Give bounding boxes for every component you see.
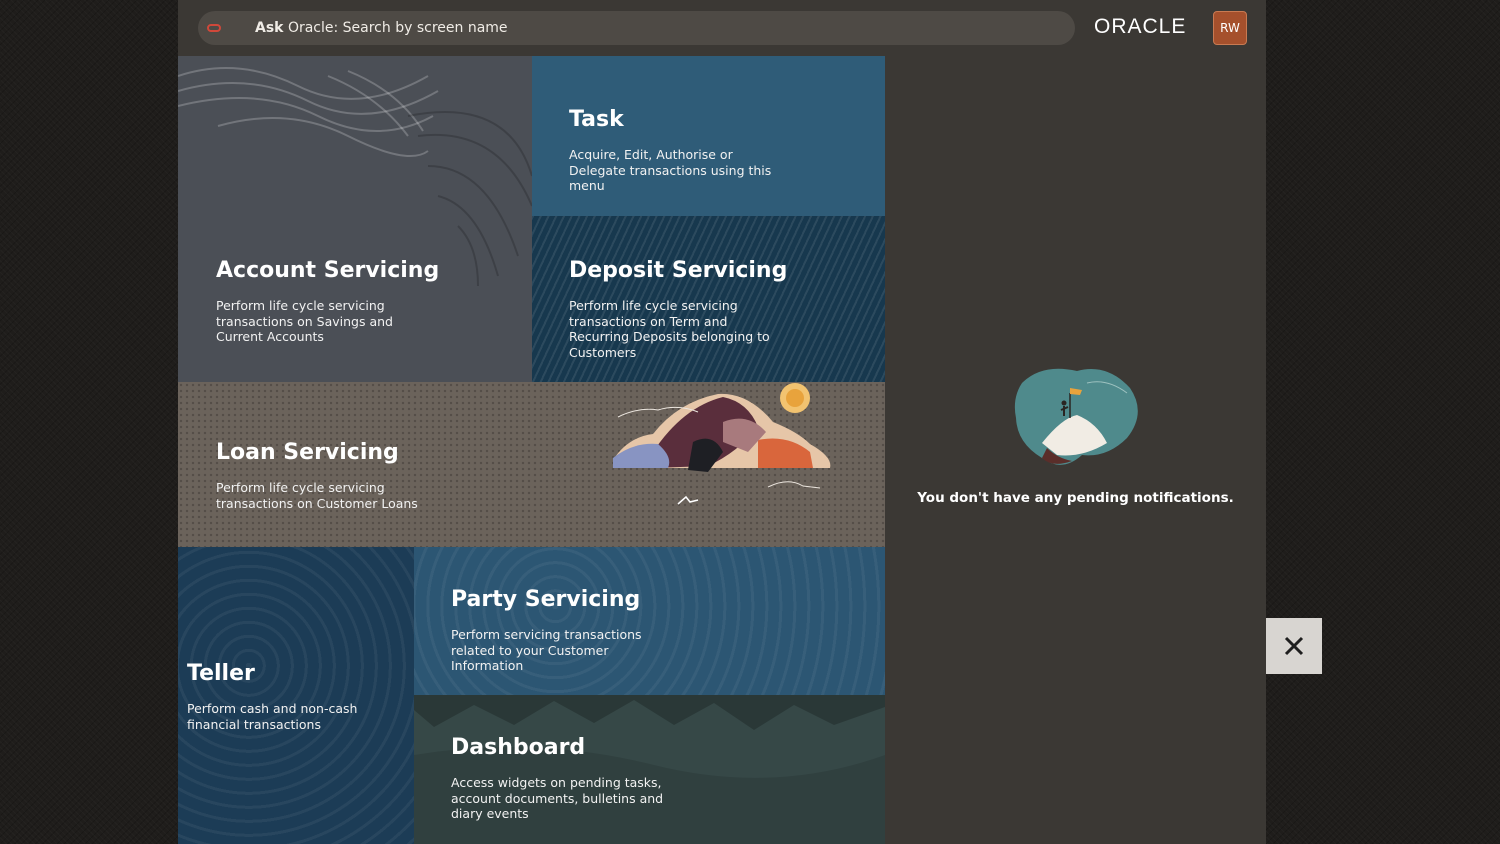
search-placeholder: Oracle: Search by screen name xyxy=(287,20,508,36)
empty-notifications-message: You don't have any pending notifications… xyxy=(917,490,1234,506)
party-servicing-title: Party Servicing xyxy=(451,587,641,612)
task-desc: Acquire, Edit, Authorise or Delegate tra… xyxy=(569,147,772,193)
tile-teller[interactable]: Teller Perform cash and non-cash financi… xyxy=(178,547,414,844)
search-prefix: Ask xyxy=(255,20,284,36)
empty-notifications-illustration xyxy=(1014,368,1138,465)
tile-account-servicing[interactable]: Account Servicing Perform life cycle ser… xyxy=(178,56,532,382)
tile-loan-servicing[interactable]: Loan Servicing Perform life cycle servic… xyxy=(178,382,885,547)
close-icon xyxy=(1284,636,1304,656)
task-title: Task xyxy=(569,107,624,132)
app-shell: Ask Oracle: Search by screen name ORACLE… xyxy=(178,0,1266,844)
loan-servicing-desc: Perform life cycle servicing transaction… xyxy=(216,480,418,511)
loan-servicing-title: Loan Servicing xyxy=(216,440,399,465)
account-servicing-desc: Perform life cycle servicing transaction… xyxy=(216,298,393,344)
top-bar: Ask Oracle: Search by screen name ORACLE… xyxy=(178,0,1266,56)
user-avatar[interactable]: RW xyxy=(1213,11,1247,45)
dashboard-desc: Access widgets on pending tasks, account… xyxy=(451,775,664,821)
notifications-panel: You don't have any pending notifications… xyxy=(885,56,1266,844)
search-input[interactable]: Ask Oracle: Search by screen name xyxy=(255,20,508,36)
dashboard-title: Dashboard xyxy=(451,735,586,760)
account-servicing-title: Account Servicing xyxy=(216,258,440,283)
teller-title: Teller xyxy=(187,661,255,686)
oracle-icon xyxy=(207,24,221,32)
teller-desc: Perform cash and non-cash financial tran… xyxy=(187,701,358,732)
party-servicing-desc: Perform servicing transactions related t… xyxy=(451,627,642,673)
tile-dashboard[interactable]: Dashboard Access widgets on pending task… xyxy=(414,695,885,844)
tile-party-servicing[interactable]: Party Servicing Perform servicing transa… xyxy=(414,547,885,695)
tile-task[interactable]: Task Acquire, Edit, Authorise or Delegat… xyxy=(532,56,885,216)
dashboard-forest-art xyxy=(414,695,885,844)
deposit-servicing-title: Deposit Servicing xyxy=(569,258,788,283)
loan-mountain-art xyxy=(613,383,831,505)
tile-deposit-servicing[interactable]: Deposit Servicing Perform life cycle ser… xyxy=(532,216,885,382)
close-button[interactable] xyxy=(1266,618,1322,674)
search-bar[interactable]: Ask Oracle: Search by screen name xyxy=(198,11,1075,45)
deposit-servicing-desc: Perform life cycle servicing transaction… xyxy=(569,298,770,360)
oracle-logo: ORACLE xyxy=(1094,15,1187,38)
